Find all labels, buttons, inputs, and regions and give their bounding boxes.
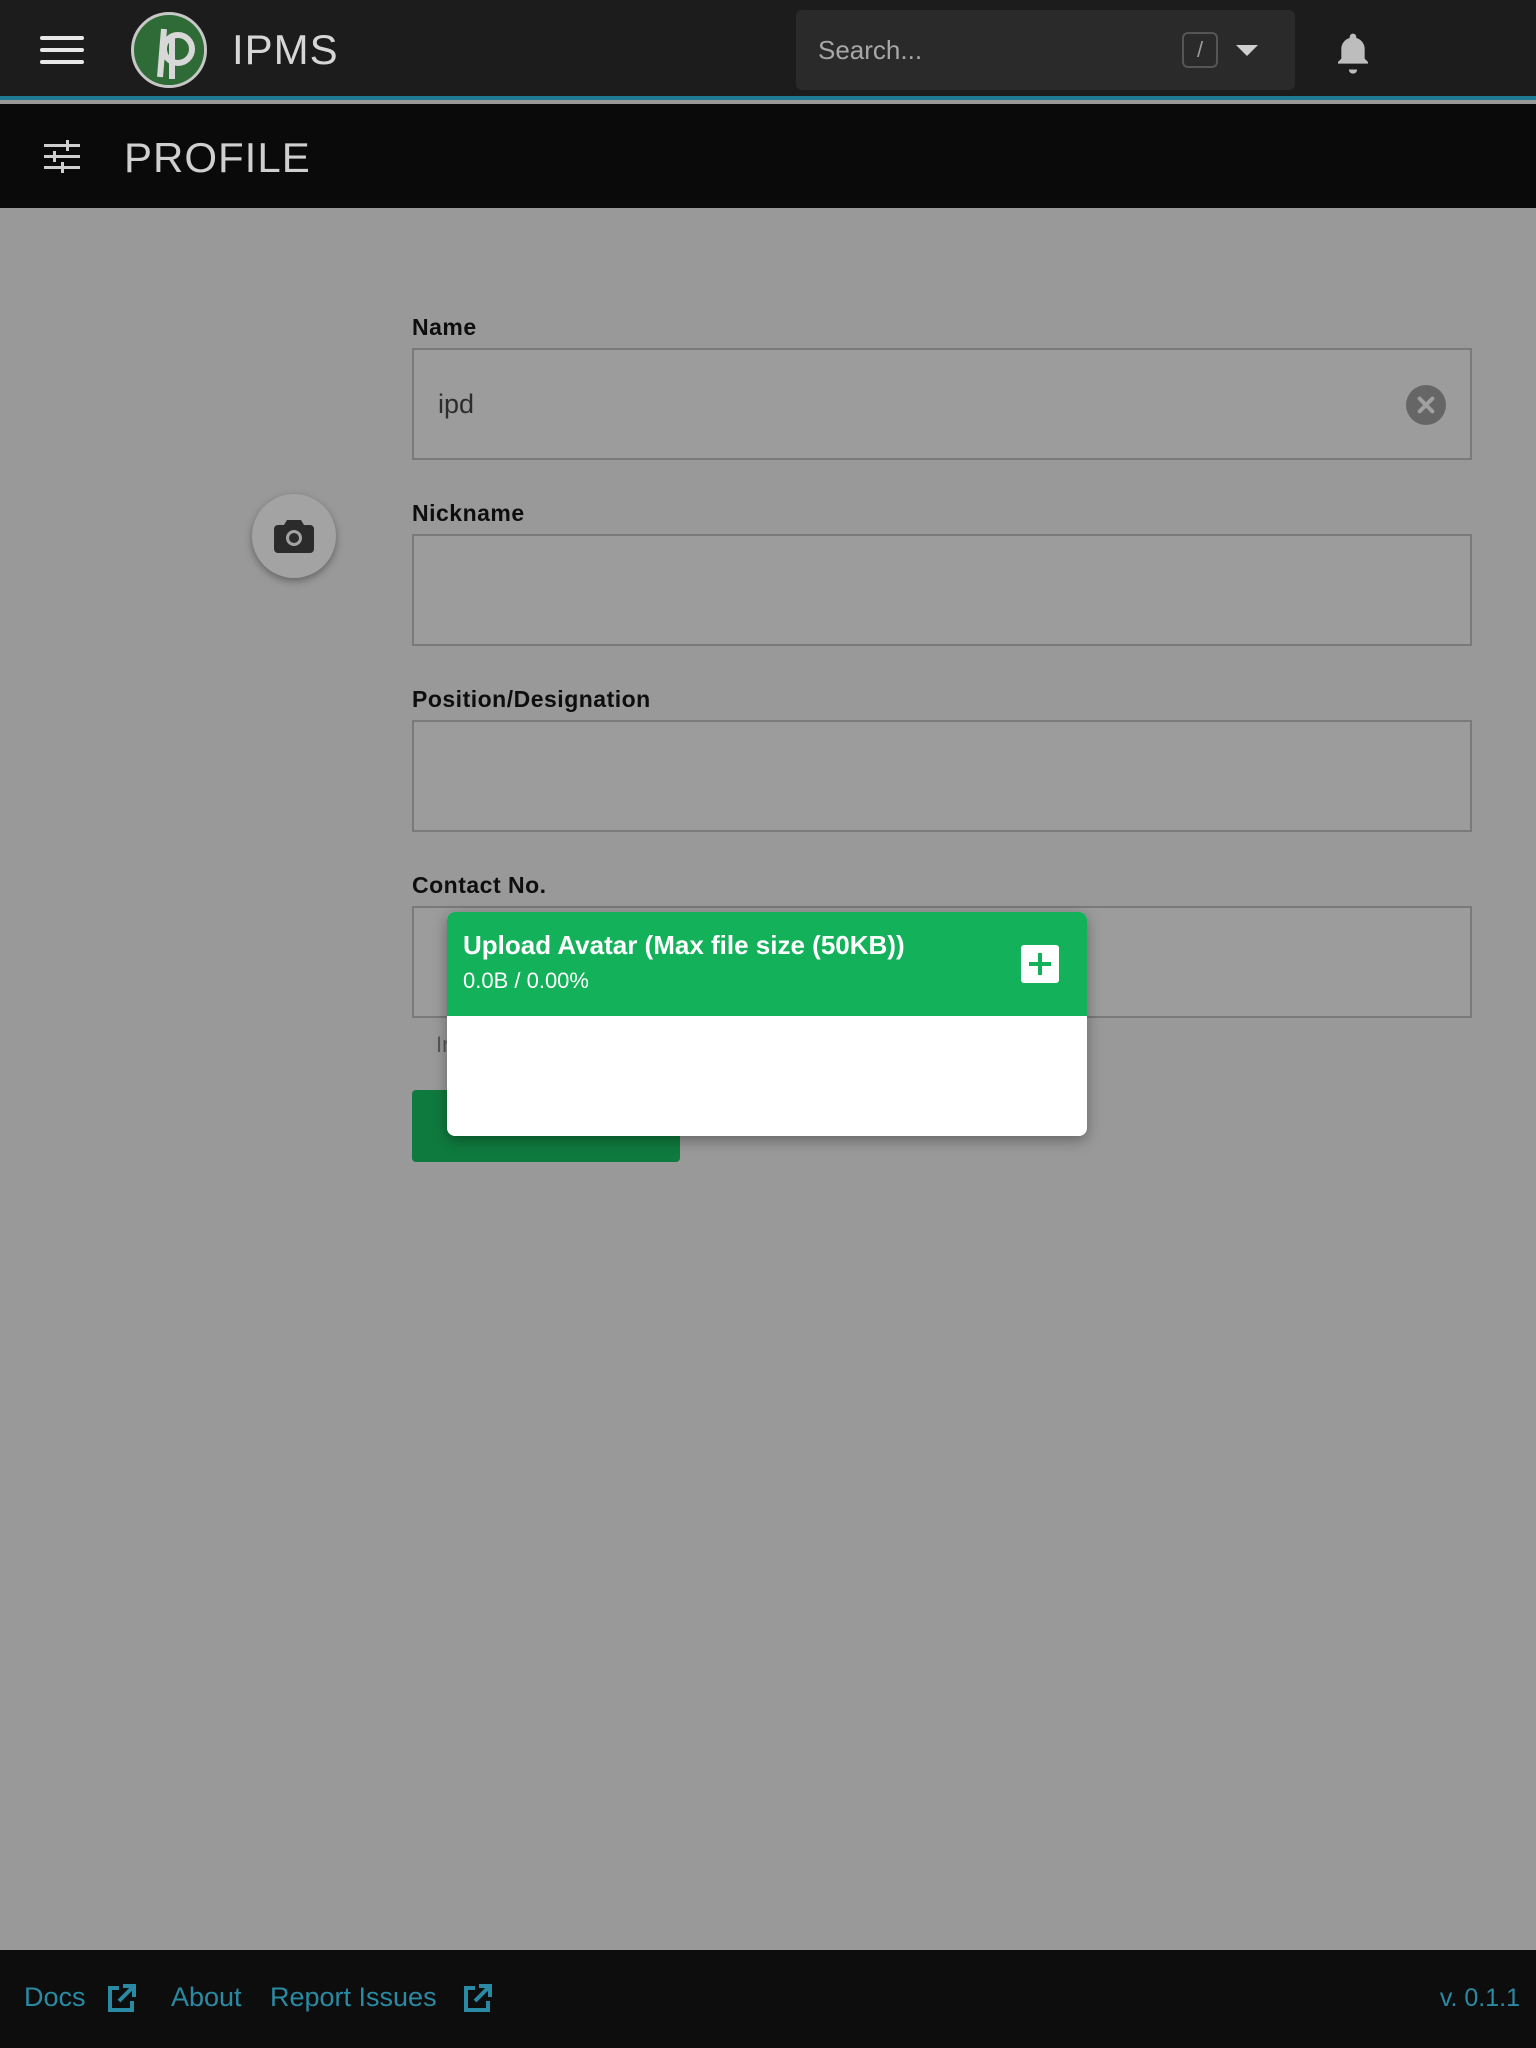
- upload-title: Upload Avatar (Max file size (50KB)): [463, 930, 905, 960]
- nickname-input[interactable]: [414, 536, 1470, 644]
- upload-avatar-dialog[interactable]: Upload Avatar (Max file size (50KB)) 0.0…: [447, 912, 1087, 1136]
- about-link[interactable]: About: [171, 1982, 242, 2013]
- chevron-down-icon[interactable]: [1236, 45, 1258, 56]
- search-box[interactable]: /: [796, 10, 1295, 90]
- position-label: Position/Designation: [412, 686, 651, 712]
- name-field[interactable]: [412, 348, 1472, 460]
- page-title: PROFILE: [124, 134, 311, 181]
- plus-icon[interactable]: [1021, 945, 1059, 983]
- name-label: Name: [412, 314, 477, 340]
- app-version: v. 0.1.1: [1439, 1984, 1520, 2012]
- upload-header: Upload Avatar (Max file size (50KB)) 0.0…: [447, 912, 1087, 1016]
- upload-progress: 0.0B / 0.00%: [463, 968, 589, 993]
- report-issues-link[interactable]: Report Issues: [270, 1982, 437, 2013]
- position-input[interactable]: [414, 722, 1470, 830]
- close-icon[interactable]: [1406, 385, 1446, 425]
- app-title: IPMS: [232, 26, 339, 73]
- bell-icon[interactable]: [1333, 30, 1373, 74]
- upload-dropzone[interactable]: [447, 1016, 1087, 1136]
- camera-icon[interactable]: [252, 494, 336, 578]
- menu-icon[interactable]: [40, 36, 84, 70]
- docs-link[interactable]: Docs: [24, 1982, 86, 2013]
- nickname-label: Nickname: [412, 500, 525, 526]
- open-in-new-icon[interactable]: [460, 1980, 496, 2016]
- position-field[interactable]: [412, 720, 1472, 832]
- nickname-field[interactable]: [412, 534, 1472, 646]
- search-input[interactable]: [818, 30, 1148, 70]
- contact-label: Contact No.: [412, 872, 547, 898]
- name-input[interactable]: [414, 350, 1470, 458]
- tune-icon[interactable]: [44, 140, 80, 174]
- open-in-new-icon[interactable]: [104, 1980, 140, 2016]
- app-bar: [0, 0, 1536, 100]
- app-logo[interactable]: [131, 12, 207, 88]
- search-shortcut-badge: /: [1182, 32, 1218, 68]
